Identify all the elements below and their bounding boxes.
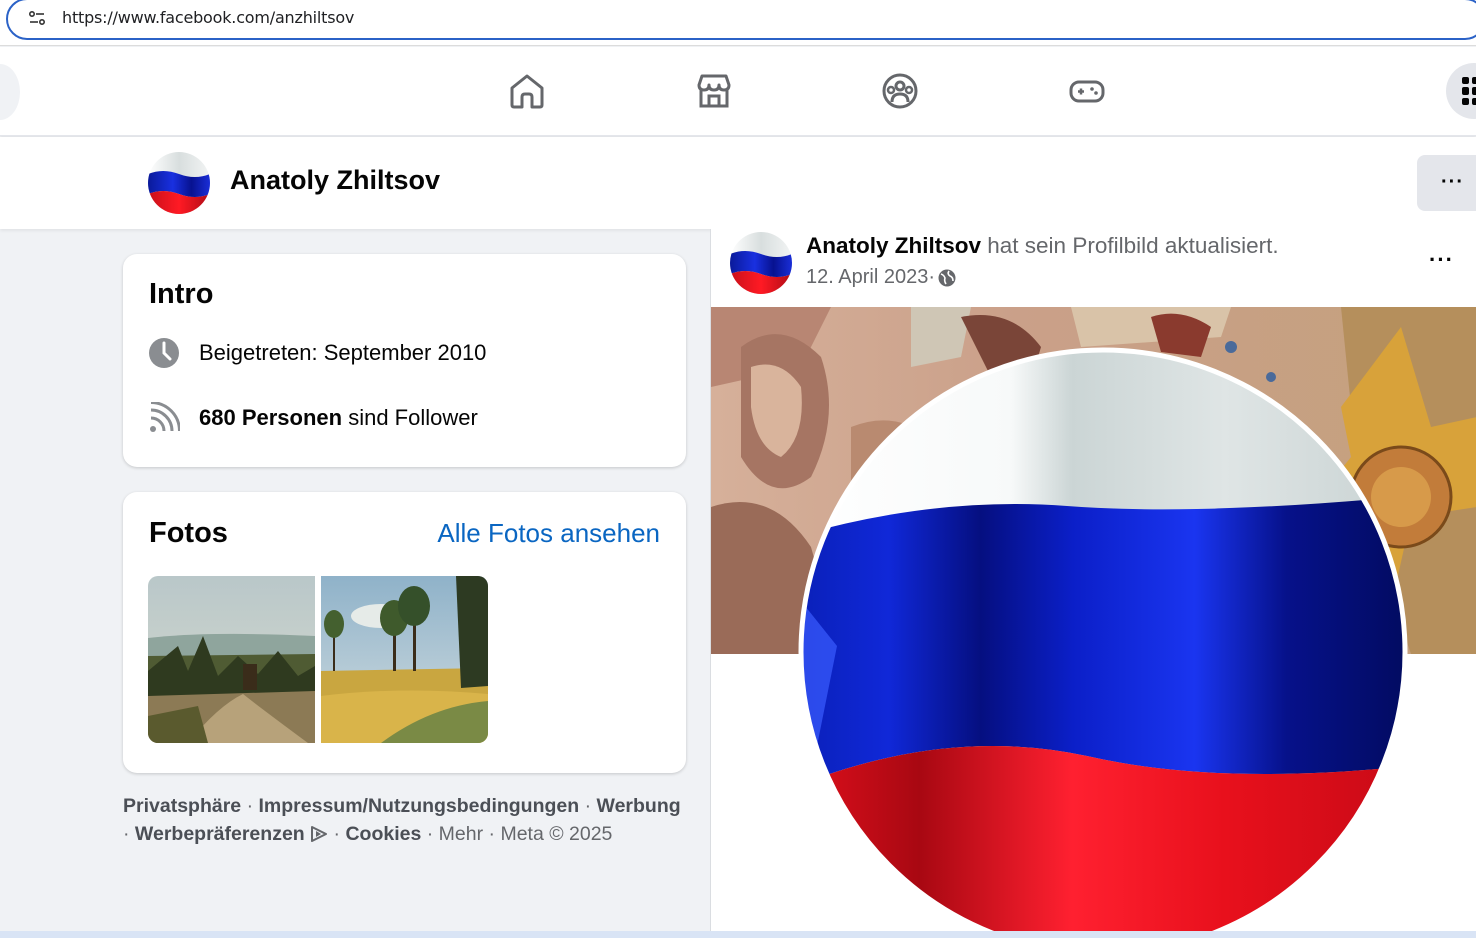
imprint-link[interactable]: Impressum/Nutzungsbedingungen: [259, 795, 580, 817]
intro-card: Intro Beigetreten: September 2010 680 Pe…: [123, 254, 686, 467]
more-link[interactable]: Mehr: [439, 823, 483, 845]
site-settings-icon[interactable]: [28, 9, 46, 27]
photos-card: Fotos Alle Fotos ansehen: [123, 492, 686, 773]
profile-more-button[interactable]: ···: [1417, 155, 1476, 211]
browser-address-bar: https://www.facebook.com/anzhiltsov: [0, 0, 1476, 46]
followers-suffix: sind Follower: [342, 405, 478, 430]
ads-link[interactable]: Werbung: [597, 795, 681, 817]
photos-title: Fotos: [149, 517, 228, 549]
rss-icon: [147, 401, 181, 435]
profile-picture-large[interactable]: [797, 346, 1409, 938]
post-author-name[interactable]: Anatoly Zhiltsov: [806, 233, 981, 258]
ad-preferences-link[interactable]: Werbepräferenzen: [135, 823, 305, 845]
gaming-icon[interactable]: [1065, 69, 1109, 113]
marketplace-icon[interactable]: [692, 69, 736, 113]
clock-icon: [147, 336, 181, 370]
post-header-text: Anatoly Zhiltsov hat sein Profilbild akt…: [806, 233, 1279, 259]
joined-text: Beigetreten: September 2010: [199, 340, 487, 365]
cookies-link[interactable]: Cookies: [345, 823, 421, 845]
followers-count[interactable]: 680 Personen: [199, 405, 342, 430]
bottom-scroll-edge: [0, 931, 1476, 938]
followers-row[interactable]: 680 Personen sind Follower: [147, 401, 478, 435]
post-meta: 12. April 2023 ·: [806, 266, 957, 289]
back-button[interactable]: [0, 64, 20, 120]
adchoices-icon[interactable]: [310, 826, 328, 842]
post-more-button[interactable]: ···: [1429, 247, 1454, 273]
profile-name: Anatoly Zhiltsov: [230, 165, 441, 195]
url-field[interactable]: https://www.facebook.com/anzhiltsov: [6, 0, 1476, 40]
menu-grid-button[interactable]: [1446, 63, 1476, 119]
post-action-text: hat sein Profilbild aktualisiert.: [981, 233, 1279, 258]
globe-icon: [938, 269, 956, 286]
intro-title: Intro: [149, 278, 214, 310]
profile-header: Anatoly Zhiltsov ···: [0, 137, 1476, 229]
home-icon[interactable]: [505, 69, 549, 113]
profile-picture-post: Anatoly Zhiltsov hat sein Profilbild akt…: [710, 229, 1476, 938]
facebook-top-nav: [0, 47, 1476, 136]
meta-copyright: Meta © 2025: [500, 823, 613, 845]
privacy-link[interactable]: Privatsphäre: [123, 795, 241, 817]
photo-thumbnail[interactable]: [321, 576, 488, 743]
menu-grid-icon: [1462, 77, 1476, 105]
more-icon: ···: [1441, 171, 1464, 193]
groups-icon[interactable]: [878, 69, 922, 113]
profile-avatar[interactable]: [148, 152, 210, 214]
joined-row: Beigetreten: September 2010: [147, 336, 486, 370]
see-all-photos-link[interactable]: Alle Fotos ansehen: [437, 518, 660, 549]
footer-links: Privatsphäre · Impressum/Nutzungsbedingu…: [123, 795, 681, 845]
url-text[interactable]: https://www.facebook.com/anzhiltsov: [62, 8, 354, 27]
post-author-avatar[interactable]: [730, 232, 792, 294]
post-date[interactable]: 12. April 2023: [806, 266, 928, 289]
photo-thumbnail[interactable]: [148, 576, 315, 743]
